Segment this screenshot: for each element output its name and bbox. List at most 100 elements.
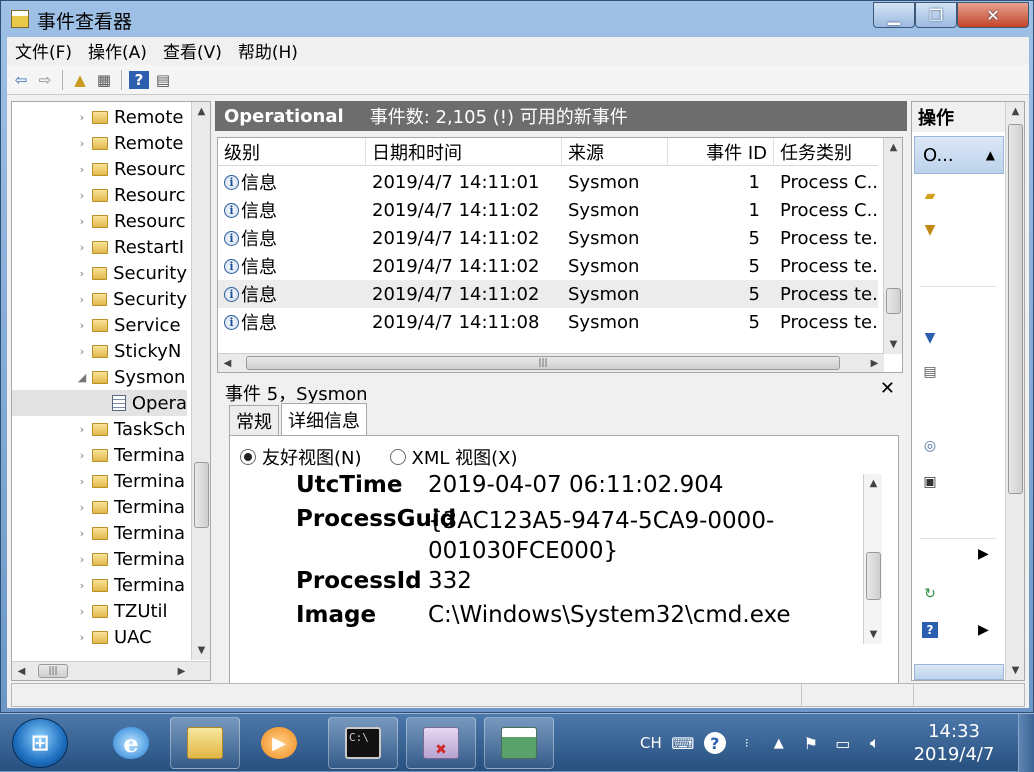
scroll-down-arrow-icon[interactable]: ▼ (192, 641, 210, 660)
close-button[interactable]: ✕ (957, 2, 1029, 28)
tree-item[interactable]: › StickyN (12, 338, 187, 364)
tab-general[interactable]: 常规 (229, 405, 279, 435)
scroll-down-arrow-icon[interactable]: ▼ (1006, 661, 1024, 680)
tree-collapsed-icon[interactable]: › (76, 605, 88, 618)
show-hide-tree-icon[interactable]: ▦ (94, 71, 114, 89)
scroll-up-arrow-icon[interactable]: ▲ (1006, 102, 1024, 121)
find-binoculars-icon[interactable]: ◎ (922, 438, 938, 454)
tree-item[interactable]: › Resourc (12, 182, 187, 208)
tree-collapsed-icon[interactable]: › (76, 137, 88, 150)
event-list-hscrollbar[interactable]: ◀ ||| ▶ (218, 353, 884, 372)
tree-item[interactable]: › Termina (12, 546, 187, 572)
scroll-down-arrow-icon[interactable]: ▼ (864, 625, 882, 644)
scroll-thumb[interactable] (886, 288, 901, 314)
taskbar-explorer[interactable] (170, 717, 240, 769)
properties-icon[interactable]: ▤ (922, 364, 938, 380)
scroll-left-arrow-icon[interactable]: ◀ (12, 662, 31, 680)
input-language[interactable]: CH (640, 734, 662, 752)
event-list[interactable]: 级别 日期和时间 来源 事件 ID 任务类别 i 信息 2019/4/7 14:11… (217, 137, 903, 373)
table-row[interactable]: i信息 2019/4/7 14:11:02 Sysmon 5 Process te... (218, 252, 878, 280)
taskbar-ie[interactable]: e (96, 717, 166, 769)
scroll-thumb[interactable] (866, 552, 881, 600)
tree-item[interactable]: › Termina (12, 468, 187, 494)
scroll-thumb[interactable] (1008, 124, 1023, 494)
tree-item[interactable]: › Service (12, 312, 187, 338)
tree-collapsed-icon[interactable]: › (76, 319, 88, 332)
action-center-flag-icon[interactable]: ⚑ (800, 732, 822, 754)
scroll-thumb[interactable] (194, 462, 209, 528)
tree-vscrollbar[interactable]: ▲ ▼ (191, 102, 210, 660)
tree-item[interactable]: › TZUtil (12, 598, 187, 624)
taskbar-action-center-app[interactable]: ✖ (406, 717, 476, 769)
taskbar-event-viewer[interactable] (484, 717, 554, 769)
open-folder-icon[interactable]: ▰ (922, 188, 938, 204)
taskbar-cmd[interactable]: C:\ (328, 717, 398, 769)
table-row[interactable]: i 信息 2019/4/7 14:11:01 Sysmon 1 Process C... (218, 168, 878, 196)
tree-collapsed-icon[interactable]: › (76, 579, 88, 592)
console-tree[interactable]: › Remote › Remote › Resourc › Resourc › Resourc › R… (11, 101, 211, 681)
tree-collapsed-icon[interactable]: › (76, 111, 88, 124)
column-level[interactable]: 级别 (218, 138, 366, 166)
tree-item[interactable]: › Remote (12, 104, 187, 130)
friendly-view-radio[interactable] (240, 449, 256, 465)
back-arrow-icon[interactable]: ⇦ (11, 71, 31, 89)
scroll-right-arrow-icon[interactable]: ▶ (865, 354, 884, 372)
tree-item[interactable]: › Resourc (12, 208, 187, 234)
scroll-thumb[interactable]: ||| (38, 664, 68, 678)
menu-view[interactable]: 查看(V) (155, 38, 230, 63)
table-row-selected[interactable]: i信息 2019/4/7 14:11:02 Sysmon 5 Process te... (218, 280, 878, 308)
minimize-button[interactable]: ▁ (873, 2, 915, 28)
tree-collapsed-icon[interactable]: › (76, 163, 88, 176)
menu-action[interactable]: 操作(A) (80, 38, 155, 63)
tree-expanded-icon[interactable]: ◢ (76, 371, 88, 384)
tree-item[interactable]: › UAC (12, 624, 187, 650)
tree-item[interactable]: › RestartI (12, 234, 187, 260)
network-icon[interactable]: ▭ (832, 732, 854, 754)
tree-item[interactable]: › TaskSch (12, 416, 187, 442)
tree-collapsed-icon[interactable]: › (76, 475, 88, 488)
tab-details[interactable]: 详细信息 (281, 403, 367, 435)
tree-item[interactable]: ◢ Sysmon (12, 364, 187, 390)
close-detail-icon[interactable]: ✕ (880, 378, 895, 399)
tree-item[interactable]: › Termina (12, 572, 187, 598)
actions-group-header[interactable] (914, 664, 1004, 680)
xml-view-radio[interactable] (389, 449, 406, 465)
tree-collapsed-icon[interactable]: › (76, 267, 88, 280)
tree-collapsed-icon[interactable]: › (76, 241, 88, 254)
submenu-arrow-icon[interactable]: ▶ (978, 546, 989, 562)
save-icon[interactable]: ▣ (922, 474, 938, 490)
tree-collapsed-icon[interactable]: › (76, 631, 88, 644)
column-source[interactable]: 来源 (562, 138, 668, 166)
volume-icon[interactable]: 🔈︎ (864, 732, 886, 754)
submenu-arrow-icon[interactable]: ▶ (978, 622, 989, 638)
event-list-vscrollbar[interactable]: ▲ ▼ (883, 138, 902, 354)
show-hide-action-pane-icon[interactable]: ▤ (153, 71, 173, 89)
tree-collapsed-icon[interactable]: › (76, 423, 88, 436)
forward-arrow-icon[interactable]: ⇨ (35, 71, 55, 89)
column-task-category[interactable]: 任务类别 (774, 138, 878, 166)
tree-item[interactable]: › Resourc (12, 156, 187, 182)
scroll-thumb[interactable]: ||| (246, 356, 840, 370)
clock[interactable]: 14:33 2019/4/7 (908, 720, 1000, 766)
detail-vscrollbar[interactable]: ▲ ▼ (863, 474, 882, 644)
actions-group-header[interactable]: O... ▲ (914, 136, 1004, 174)
scroll-up-arrow-icon[interactable]: ▲ (192, 102, 210, 121)
event-data-view[interactable]: UtcTime 2019-04-07 06:11:02.904 ProcessG… (238, 474, 882, 644)
table-row[interactable]: i 信息 2019/4/7 14:11:02 Sysmon 1 Process C... (218, 196, 878, 224)
xml-view-label[interactable]: XML 视图(X) (412, 444, 518, 470)
scroll-left-arrow-icon[interactable]: ◀ (218, 354, 237, 372)
filter-icon[interactable]: ▼ (922, 330, 938, 346)
tree-item[interactable]: › Termina (12, 520, 187, 546)
scroll-up-arrow-icon[interactable]: ▲ (864, 474, 882, 493)
menu-file[interactable]: 文件(F) (7, 38, 80, 63)
refresh-icon[interactable]: ↻ (922, 586, 938, 602)
tree-collapsed-icon[interactable]: › (76, 215, 88, 228)
tree-collapsed-icon[interactable]: › (76, 553, 88, 566)
table-row[interactable]: i信息 2019/4/7 14:11:02 Sysmon 5 Process te... (218, 224, 878, 252)
tree-collapsed-icon[interactable]: › (76, 189, 88, 202)
tree-collapsed-icon[interactable]: › (76, 449, 88, 462)
help-icon[interactable]: ? (703, 732, 726, 754)
maximize-button[interactable]: ❐ (915, 2, 957, 28)
scroll-down-arrow-icon[interactable]: ▼ (884, 335, 902, 354)
start-button[interactable]: ⊞ (12, 718, 68, 768)
